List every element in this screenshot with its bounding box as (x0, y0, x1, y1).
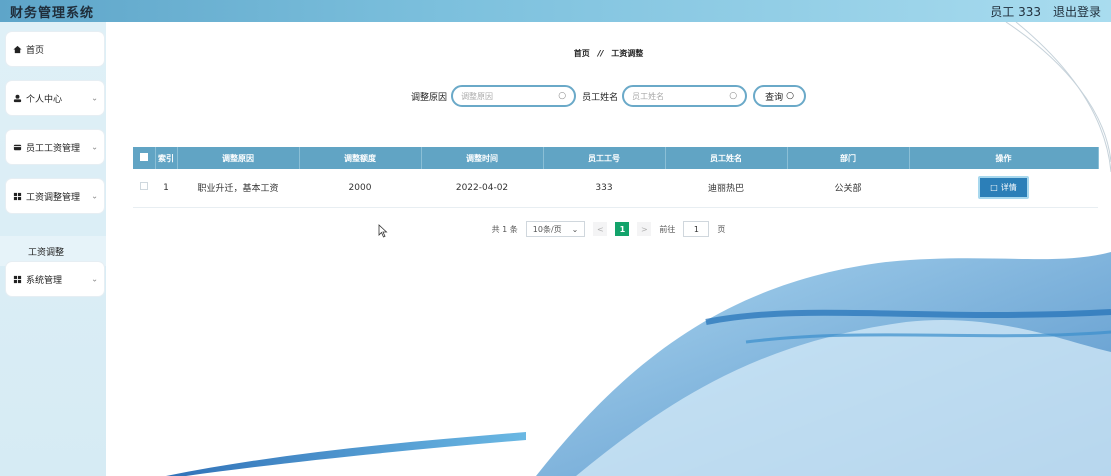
sidebar-item-home[interactable]: 首页 (6, 32, 104, 66)
cell-index: 1 (163, 182, 169, 193)
column-header-time: 调整时间 (421, 147, 544, 169)
search-icon: ○ (558, 91, 567, 101)
document-icon: □ (990, 183, 998, 193)
grid-icon (12, 274, 22, 284)
search-icon: ○ (786, 91, 794, 101)
chevron-down-icon: ⌄ (91, 142, 98, 152)
home-icon (12, 44, 22, 54)
top-header: 财务管理系统 员工 333 退出登录 (0, 0, 1111, 22)
user-label: 员工 333 (990, 4, 1041, 19)
pagination-total: 共 1 条 (491, 224, 518, 234)
chevron-down-icon: ⌄ (571, 224, 579, 234)
column-header-department: 部门 (787, 147, 910, 169)
header-user-area: 员工 333 退出登录 (990, 3, 1101, 20)
cell-employee-name: 迪丽热巴 (707, 184, 744, 195)
breadcrumb-separator: // (597, 49, 604, 58)
next-page-button[interactable]: > (637, 222, 652, 236)
sidebar-item-label: 系统管理 (26, 275, 63, 286)
page-suffix: 页 (717, 224, 726, 234)
page-size-select[interactable]: 10条/页 ⌄ (525, 221, 586, 237)
column-header-action: 操作 (909, 147, 1099, 169)
sidebar-item-system-mgmt[interactable]: 系统管理 ⌄ (6, 262, 104, 296)
mouse-cursor-icon (378, 224, 388, 238)
cell-department: 公关部 (834, 184, 862, 195)
sidebar-item-salary-mgmt[interactable]: 员工工资管理 ⌄ (6, 130, 104, 164)
prev-page-button[interactable]: < (593, 222, 608, 236)
detail-button[interactable]: □ 详情 (978, 176, 1029, 200)
cell-time: 2022-04-02 (455, 182, 509, 193)
table-row: 1 职业升迁，基本工资 2000 2022-04-02 333 迪丽热巴 公关部… (133, 169, 1098, 207)
cell-reason: 职业升迁，基本工资 (197, 184, 279, 195)
main-content: 首页 // 工资调整 调整原因 调整原因 ○ 员工姓名 员工姓名 ○ 查询 ○ (106, 22, 1111, 476)
breadcrumb: 首页 // 工资调整 (106, 48, 1111, 59)
name-placeholder: 员工姓名 (632, 91, 665, 101)
page-number-current[interactable]: 1 (615, 222, 630, 236)
reason-placeholder: 调整原因 (461, 91, 494, 101)
query-button-label: 查询 (765, 92, 784, 103)
detail-button-label: 详情 (1000, 183, 1017, 193)
cell-action: □ 详情 (909, 169, 1098, 207)
query-button[interactable]: 查询 ○ (753, 85, 806, 107)
name-label: 员工姓名 (582, 92, 619, 103)
pagination: 共 1 条 10条/页 ⌄ < 1 > 前往 1 页 (106, 221, 1111, 237)
column-header-employee-no: 员工工号 (543, 147, 666, 169)
name-input[interactable]: 员工姓名 ○ (622, 85, 748, 107)
column-header-reason: 调整原因 (177, 147, 300, 169)
chevron-down-icon: ⌄ (91, 191, 98, 201)
cell-employee-no: 333 (595, 182, 613, 193)
sidebar-item-label: 工资调整管理 (26, 192, 81, 203)
sidebar-item-label: 员工工资管理 (26, 143, 81, 154)
sidebar-item-label: 首页 (26, 45, 45, 56)
page-size-value: 10条/页 (532, 224, 562, 234)
grid-icon (12, 191, 22, 201)
column-header-amount: 调整额度 (299, 147, 422, 169)
cell-amount: 2000 (348, 182, 372, 193)
sidebar-item-label: 个人中心 (26, 94, 63, 105)
reason-label: 调整原因 (411, 92, 448, 103)
search-bar: 调整原因 调整原因 ○ 员工姓名 员工姓名 ○ 查询 ○ (106, 85, 1111, 107)
chevron-down-icon: ⌄ (91, 274, 98, 284)
goto-label: 前往 (659, 224, 676, 234)
row-checkbox[interactable] (133, 169, 155, 207)
search-icon: ○ (729, 91, 738, 101)
reason-input[interactable]: 调整原因 ○ (451, 85, 577, 107)
column-header-employee-name: 员工姓名 (665, 147, 788, 169)
sidebar-item-adjust-mgmt[interactable]: 工资调整管理 ⌄ (6, 179, 104, 213)
wallet-icon (12, 142, 22, 152)
sidebar-item-personal[interactable]: 个人中心 ⌄ (6, 81, 104, 115)
data-table: 索引 调整原因 调整额度 调整时间 员工工号 员工姓名 部门 操作 1 职业升迁… (133, 147, 1099, 208)
logout-link[interactable]: 退出登录 (1053, 3, 1101, 20)
app-title: 财务管理系统 (10, 5, 95, 21)
sidebar: 首页 个人中心 ⌄ 员工工资管理 ⌄ 工资调整管理 ⌄ 工资调整 系统管理 ⌄ (0, 22, 106, 476)
chevron-down-icon: ⌄ (91, 93, 98, 103)
table-header-row: 索引 调整原因 调整额度 调整时间 员工工号 员工姓名 部门 操作 (133, 147, 1099, 169)
breadcrumb-home[interactable]: 首页 (574, 49, 590, 58)
goto-page-input[interactable]: 1 (683, 221, 710, 237)
select-all-checkbox[interactable] (133, 147, 156, 169)
column-header-index: 索引 (155, 147, 178, 169)
user-icon (12, 93, 22, 103)
sidebar-subitem-label: 工资调整 (28, 247, 65, 258)
breadcrumb-current: 工资调整 (611, 49, 644, 58)
